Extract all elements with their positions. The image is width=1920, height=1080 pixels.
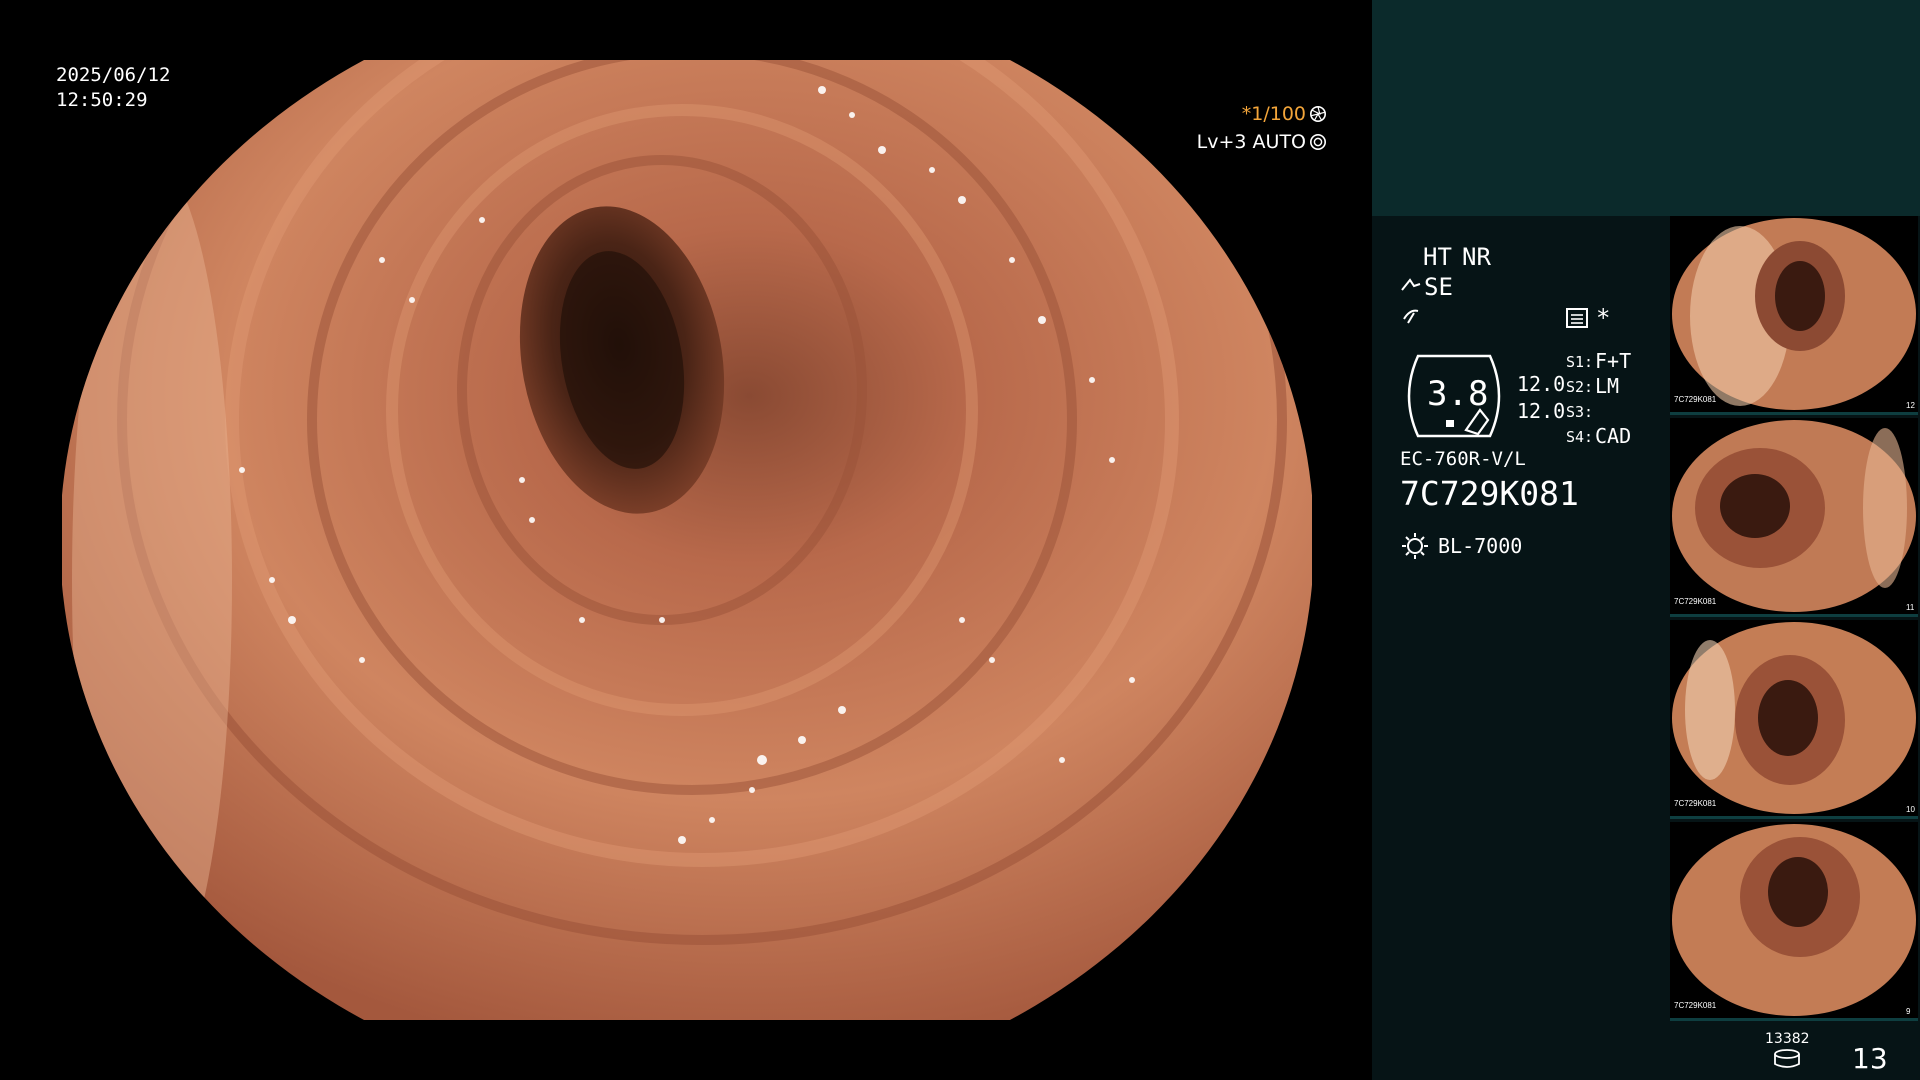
storage-icon [1774,1049,1800,1068]
gauge-value: 3.8 [1427,374,1489,414]
s2-label: S2: [1566,378,1594,396]
s4-value: CAD [1595,424,1632,448]
time-text: 12:50:29 [56,89,148,111]
aperture-icon [1309,105,1327,123]
settings-icon [1566,308,1588,328]
header-area [1372,0,1920,216]
thumbnail-image: 7C729K081 11 [1672,420,1916,612]
thumbnail-label: 7C729K081 [1674,799,1717,808]
thumbnail-image: 7C729K081 9 [1672,824,1916,1016]
light-source-icon [1402,533,1428,559]
thumbnail-list: 7C729K081 12 7C729K081 11 7C729K081 10 7… [1670,216,1920,1024]
date-text: 2025/06/12 [56,64,171,86]
s4-label: S4: [1566,428,1594,446]
side-value-1: 12.0 [1517,372,1566,396]
scope-model: EC-760R-V/L [1400,448,1526,470]
lightning-icon [1403,309,1419,324]
thumbnail-3[interactable]: 7C729K081 10 [1670,620,1918,819]
thumbnail-label: 7C729K081 [1674,597,1717,606]
frame-number: 13 [1852,1042,1888,1075]
settings-info: HT NR SE * 3.8 12.0 12.0 S1: F+T S2: LM … [1372,216,1888,1080]
thumbnail-number: 10 [1906,805,1915,814]
thumbnail-number: 11 [1906,603,1915,612]
endoscopic-image [62,60,1312,1020]
thumbnail-image: 7C729K081 10 [1672,622,1916,814]
thumbnail-4[interactable]: 7C729K081 9 [1670,822,1918,1021]
se-label: SE [1424,273,1453,301]
exposure-info: *1/100 Lv+3 AUTO [1197,100,1327,156]
thumbnail-2[interactable]: 7C729K081 11 [1670,418,1918,617]
thumbnail-label: 7C729K081 [1674,1001,1717,1010]
datetime-display: 2025/06/12 12:50:29 [56,63,170,113]
scope-icon [1401,278,1421,291]
image-count: 13382 [1765,1031,1810,1047]
shutter-speed: *1/100 [1241,103,1306,125]
thumbnail-number: 12 [1906,401,1915,410]
thumbnail-image: 7C729K081 12 [1672,218,1916,410]
right-panel: HT NR SE * 3.8 12.0 12.0 S1: F+T S2: LM … [1372,0,1920,1080]
level-text: Lv+3 AUTO [1196,131,1306,153]
scope-serial: 7C729K081 [1400,474,1579,513]
thumbnail-label: 7C729K081 [1674,395,1717,404]
s3-label: S3: [1566,403,1594,421]
s1-label: S1: [1566,353,1594,371]
nr-label: NR [1462,243,1491,271]
asterisk-indicator: * [1596,304,1611,332]
thumbnail-1[interactable]: 7C729K081 12 [1670,216,1918,415]
iris-icon [1309,133,1327,151]
ht-label: HT [1423,243,1452,271]
light-source-model: BL-7000 [1438,534,1523,558]
s1-value: F+T [1595,349,1632,373]
thumbnail-number: 9 [1906,1007,1911,1016]
side-value-2: 12.0 [1517,399,1566,423]
endoscope-view: 2025/06/12 12:50:29 *1/100 Lv+3 AUTO [0,0,1372,1080]
s2-value: LM [1595,374,1620,398]
